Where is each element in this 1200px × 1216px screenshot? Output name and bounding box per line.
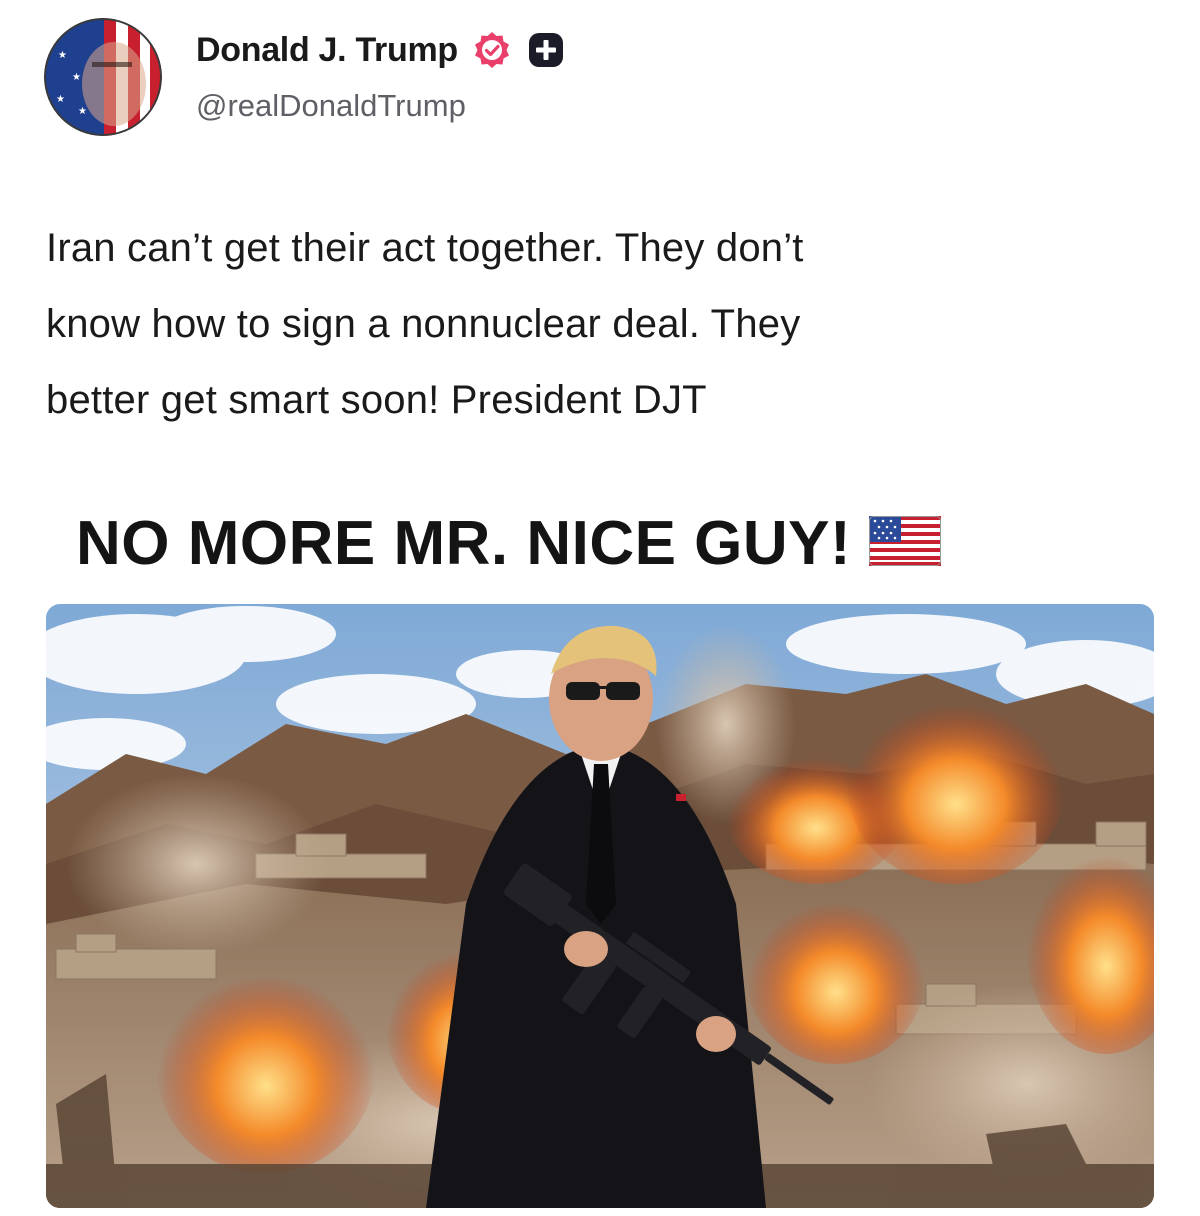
media-headline: NO MORE MR. NICE GUY! [76,508,942,579]
svg-text:★: ★ [72,72,81,83]
svg-text:★: ★ [56,94,65,105]
author-display-name[interactable]: Donald J. Trump [196,31,458,70]
post-image[interactable] [46,604,1154,1208]
us-flag-icon [869,516,942,571]
truth-social-post: ★ ★ ★ ★ Donald J. Trump @realDonaldTrump… [0,0,1200,1216]
svg-text:★: ★ [78,106,87,117]
plus-badge-icon [526,30,566,70]
verified-badge-icon [472,30,512,70]
post-text-line: better get smart soon! President DJT [46,378,707,422]
headline-text: NO MORE MR. NICE GUY! [76,509,852,578]
author-avatar[interactable]: ★ ★ ★ ★ [44,18,162,136]
author-name-row: Donald J. Trump [196,26,566,74]
svg-text:★: ★ [58,50,67,61]
author-handle[interactable]: @realDonaldTrump [196,88,466,124]
post-text-line: know how to sign a nonnuclear deal. They [46,302,801,346]
post-text: Iran can’t get their act together. They … [46,210,1156,438]
post-text-line: Iran can’t get their act together. They … [46,226,804,270]
